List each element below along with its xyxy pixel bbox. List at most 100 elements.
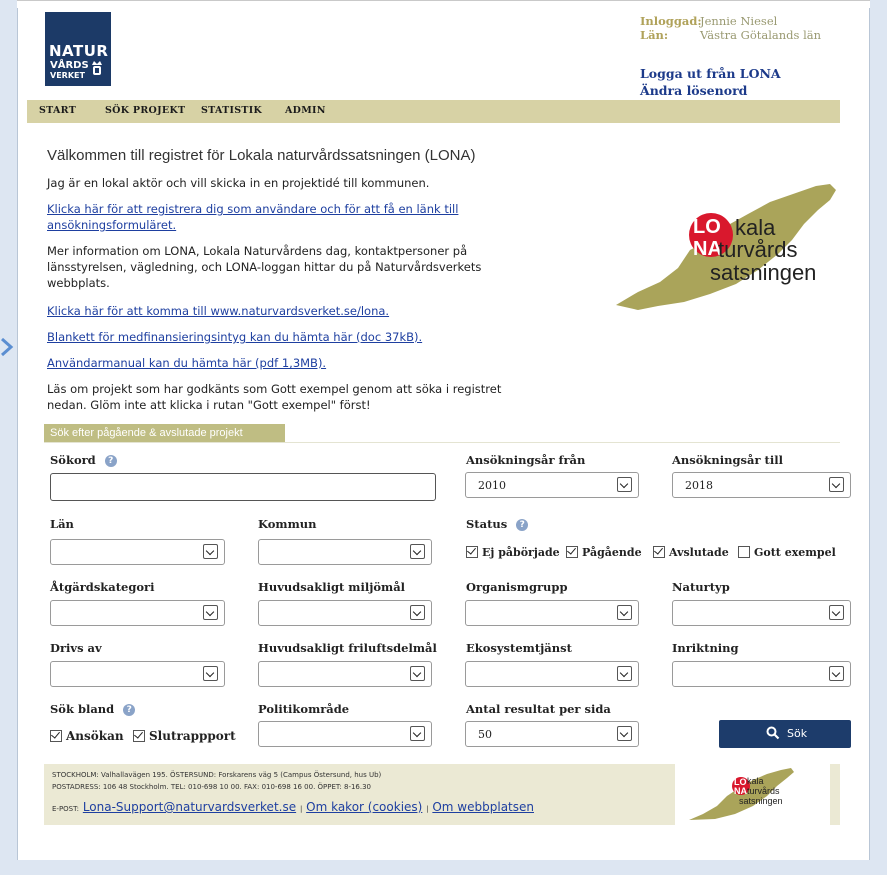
- chevron-down-icon: [617, 666, 632, 681]
- main-nav: START SÖK PROJEKT STATISTIK ADMIN: [27, 100, 840, 123]
- footer-about-link[interactable]: Om webbplatsen: [432, 800, 534, 814]
- checkbox-label: Avslutade: [669, 546, 729, 559]
- checkbox-label: Ej påbörjade: [482, 546, 560, 559]
- footer-email-link[interactable]: Lona-Support@naturvardsverket.se: [83, 800, 296, 814]
- ar-fran-value: 2010: [478, 479, 506, 492]
- checkbox[interactable]: [133, 730, 145, 742]
- crest-icon: [92, 61, 102, 75]
- inriktning-select[interactable]: [672, 661, 851, 687]
- politikomrade-label: Politikområde: [258, 702, 350, 716]
- sok-bland-slutrapport[interactable]: Slutrappport: [133, 729, 236, 743]
- checkbox[interactable]: [466, 546, 478, 558]
- status-gott-exempel[interactable]: Gott exempel: [738, 546, 836, 559]
- sokord-input[interactable]: [50, 473, 436, 501]
- user-info: Inloggad:Jennie Niesel Län: Västra Götala…: [640, 14, 821, 42]
- nav-item-statistik[interactable]: STATISTIK: [201, 105, 262, 116]
- help-icon[interactable]: ?: [123, 704, 136, 716]
- logged-in-label: Inloggad:: [640, 14, 702, 28]
- chevron-down-icon: [203, 605, 218, 620]
- naturtyp-label: Naturtyp: [672, 580, 730, 594]
- footer-postaddress: POSTADRESS: 106 48 Stockholm. TEL: 010-6…: [52, 783, 372, 791]
- gott-exempel-text: Läs om projekt som har godkänts som Gott…: [47, 382, 502, 396]
- logo-text: VÅRDS: [50, 60, 89, 71]
- sok-bland-ansokan[interactable]: Ansökan: [50, 729, 124, 743]
- change-password-link[interactable]: Ändra lösenord: [640, 83, 747, 98]
- checkbox[interactable]: [738, 546, 750, 558]
- status-label-text: Status: [466, 517, 508, 531]
- ekosystemtjanst-select[interactable]: [465, 661, 639, 687]
- drivs-av-label: Drivs av: [50, 641, 102, 655]
- search-icon: [766, 726, 780, 740]
- footer-cookies-link[interactable]: Om kakor (cookies): [306, 800, 422, 814]
- politikomrade-select[interactable]: [258, 721, 432, 747]
- drivs-av-select[interactable]: [50, 661, 225, 687]
- nav-item-start[interactable]: START: [39, 105, 76, 116]
- page-title: Välkommen till registret för Lokala natu…: [47, 147, 476, 164]
- sok-bland-label-text: Sök bland: [50, 702, 115, 716]
- logo-text: NATUR: [49, 42, 109, 60]
- footer-links: E-POST: Lona-Support@naturvardsverket.se…: [52, 800, 534, 814]
- logged-in-user: Jennie Niesel: [700, 14, 778, 28]
- sokord-label-text: Sökord: [50, 453, 96, 467]
- organismgrupp-select[interactable]: [465, 600, 639, 626]
- chevron-down-icon: [410, 544, 425, 559]
- lan-label: Län:: [640, 28, 669, 42]
- kommun-select[interactable]: [258, 539, 432, 565]
- footer-separator: |: [299, 805, 303, 813]
- chevron-down-icon: [829, 605, 844, 620]
- miljomal-select[interactable]: [258, 600, 432, 626]
- footer-edge: [830, 764, 840, 825]
- atgardskategori-label: Åtgärdskategori: [50, 580, 155, 594]
- intro-text: Jag är en lokal aktör och vill skicka in…: [47, 176, 430, 190]
- chevron-down-icon: [829, 666, 844, 681]
- friluftsdelmal-label: Huvudsakligt friluftsdelmål: [258, 641, 437, 655]
- naturtyp-select[interactable]: [672, 600, 851, 626]
- friluftsdelmal-select[interactable]: [258, 661, 432, 687]
- ar-till-select[interactable]: 2018: [672, 472, 851, 498]
- search-button[interactable]: Sök: [719, 720, 851, 748]
- checkbox[interactable]: [653, 546, 665, 558]
- blankett-link[interactable]: Blankett för medfinansieringsintyg kan d…: [47, 329, 422, 345]
- checkbox-label: Ansökan: [66, 729, 124, 743]
- lona-website-link[interactable]: Klicka här för att komma till www.naturv…: [47, 303, 389, 319]
- nav-item-sok-projekt[interactable]: SÖK PROJEKT: [105, 105, 185, 116]
- footer-lona-turvards: turvårds: [747, 786, 780, 796]
- naturvardsverket-logo[interactable]: NATUR VÅRDS VERKET: [45, 12, 111, 86]
- ar-till-value: 2018: [685, 479, 713, 492]
- help-icon[interactable]: ?: [104, 455, 117, 467]
- footer: STOCKHOLM: Valhallavägen 195. ÖSTERSUND:…: [44, 764, 675, 825]
- miljomal-label: Huvudsakligt miljömål: [258, 580, 406, 594]
- info-text: länsstyrelsen, vägledning, och LONA-logg…: [47, 260, 482, 274]
- sokord-label: Sökord?: [50, 453, 117, 467]
- chevron-down-icon: [410, 605, 425, 620]
- register-link-cont[interactable]: ansökningsformuläret.: [47, 217, 176, 233]
- help-icon[interactable]: ?: [516, 519, 529, 531]
- search-tab[interactable]: Sök efter pågående & avslutade projekt: [44, 424, 285, 442]
- footer-address: STOCKHOLM: Valhallavägen 195. ÖSTERSUND:…: [52, 771, 382, 779]
- ar-fran-select[interactable]: 2010: [465, 472, 639, 498]
- footer-epost-label: E-POST:: [52, 805, 79, 813]
- info-text: webbplats.: [47, 276, 110, 290]
- search-button-label: Sök: [787, 727, 808, 740]
- register-link[interactable]: Klicka här för att registrera dig som an…: [47, 201, 458, 217]
- logout-link[interactable]: Logga ut från LONA: [640, 66, 781, 81]
- footer-separator: |: [426, 805, 429, 813]
- lan-select[interactable]: [50, 539, 225, 565]
- status-avslutade[interactable]: Avslutade: [653, 546, 729, 559]
- footer-lona-logo: LO kala NA turvårds satsningen: [679, 764, 830, 825]
- status-ej-paborjade[interactable]: Ej påbörjade: [466, 546, 560, 559]
- ekosystemtjanst-label: Ekosystemtjänst: [466, 641, 572, 655]
- checkbox[interactable]: [50, 730, 62, 742]
- divider: [44, 442, 840, 443]
- info-text: Mer information om LONA, Lokala Naturvår…: [47, 244, 468, 258]
- nav-item-admin[interactable]: ADMIN: [285, 105, 326, 116]
- chevron-right-icon[interactable]: [0, 336, 14, 358]
- atgardskategori-select[interactable]: [50, 600, 225, 626]
- manual-link[interactable]: Användarmanual kan du hämta här (pdf 1,3…: [47, 355, 326, 371]
- chevron-down-icon: [203, 544, 218, 559]
- checkbox[interactable]: [566, 546, 578, 558]
- antal-select[interactable]: 50: [465, 721, 639, 747]
- chevron-down-icon: [617, 726, 632, 741]
- lona-satsningen: satsningen: [710, 260, 817, 285]
- status-pagaende[interactable]: Pågående: [566, 546, 642, 559]
